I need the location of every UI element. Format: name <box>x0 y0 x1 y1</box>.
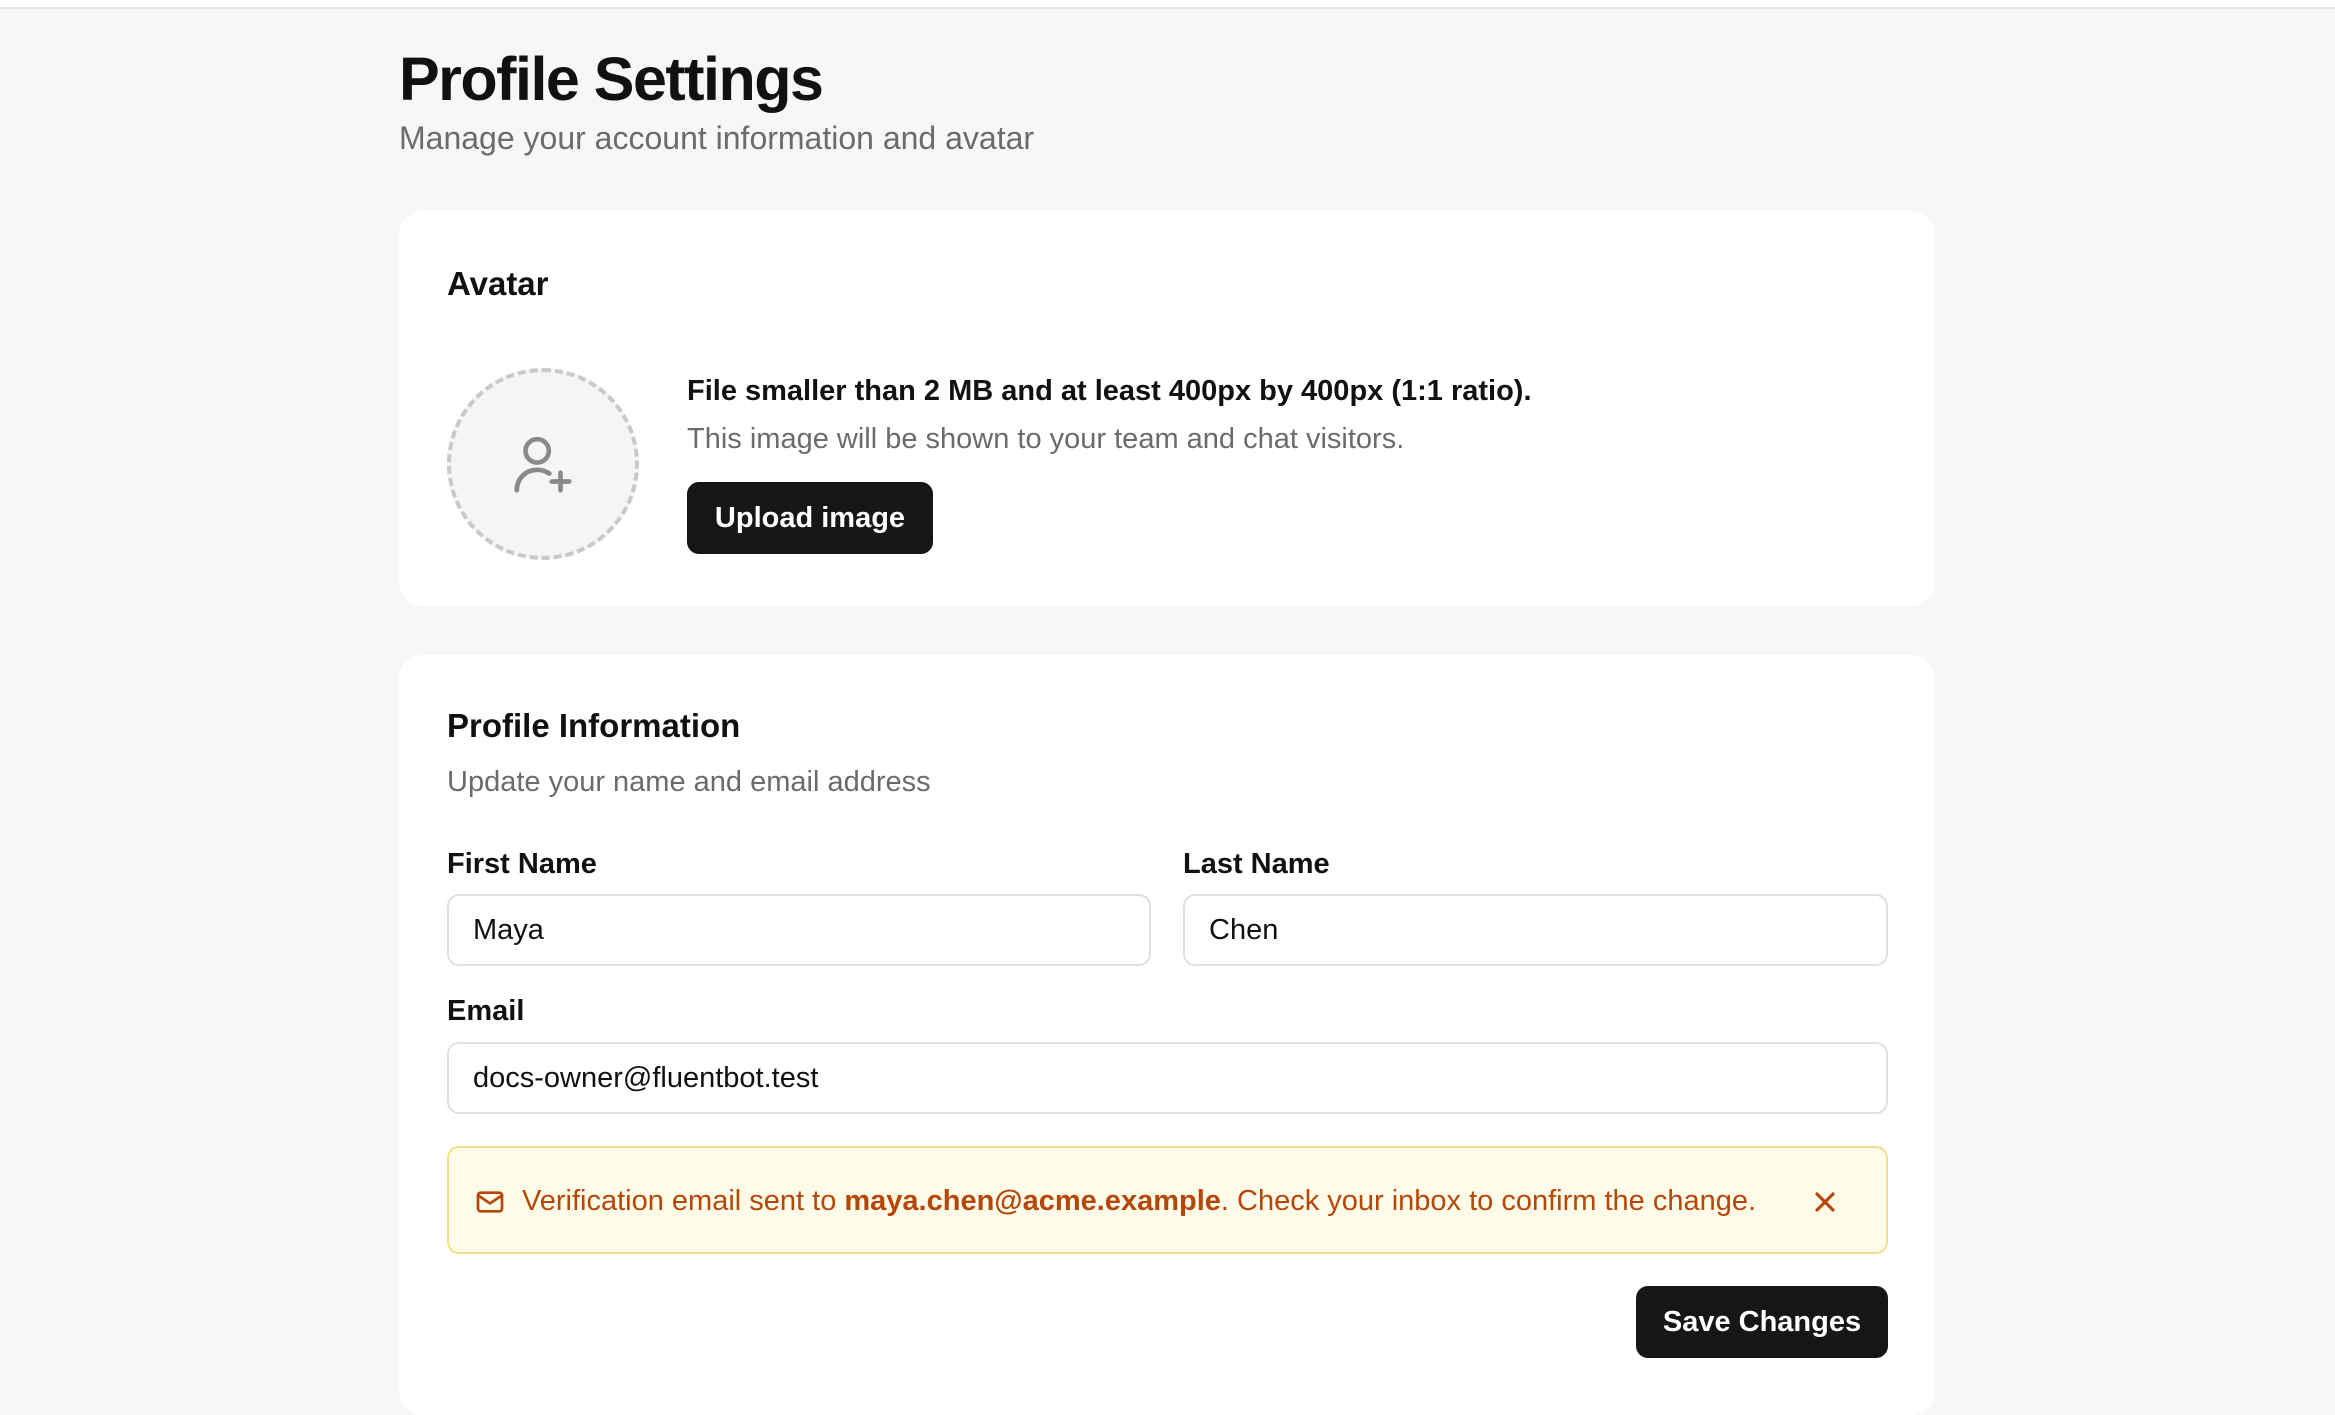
avatar-visibility-note: This image will be shown to your team an… <box>687 423 1405 455</box>
save-changes-button[interactable]: Save Changes <box>1636 1286 1888 1358</box>
top-border <box>0 0 2335 9</box>
avatar-dropzone[interactable] <box>447 368 639 560</box>
alert-prefix: Verification email sent to <box>522 1185 845 1217</box>
page-title: Profile Settings <box>399 45 824 113</box>
first-name-label: First Name <box>447 848 597 880</box>
user-plus-icon <box>514 436 572 493</box>
mail-icon <box>476 1191 504 1213</box>
last-name-field[interactable] <box>1183 894 1888 966</box>
close-icon[interactable] <box>1809 1186 1841 1218</box>
avatar-card: Avatar File smaller than 2 MB and at lea… <box>399 211 1935 606</box>
alert-email-address: maya.chen@acme.example <box>844 1185 1221 1217</box>
email-field[interactable] <box>447 1042 1888 1114</box>
profile-card-subtitle: Update your name and email address <box>447 766 931 798</box>
avatar-card-heading: Avatar <box>447 265 549 302</box>
last-name-label: Last Name <box>1183 848 1330 880</box>
first-name-field[interactable] <box>447 894 1151 966</box>
email-label: Email <box>447 995 525 1027</box>
verification-alert: Verification email sent to maya.chen@acm… <box>447 1146 1888 1254</box>
profile-information-card: Profile Information Update your name and… <box>399 655 1935 1415</box>
page-subtitle: Manage your account information and avat… <box>399 120 1035 156</box>
upload-image-button[interactable]: Upload image <box>687 482 933 554</box>
profile-card-heading: Profile Information <box>447 707 741 744</box>
verification-alert-message: Verification email sent to maya.chen@acm… <box>522 1181 1756 1221</box>
avatar-requirements: File smaller than 2 MB and at least 400p… <box>687 375 1532 407</box>
alert-suffix: . Check your inbox to confirm the change… <box>1220 1185 1757 1217</box>
